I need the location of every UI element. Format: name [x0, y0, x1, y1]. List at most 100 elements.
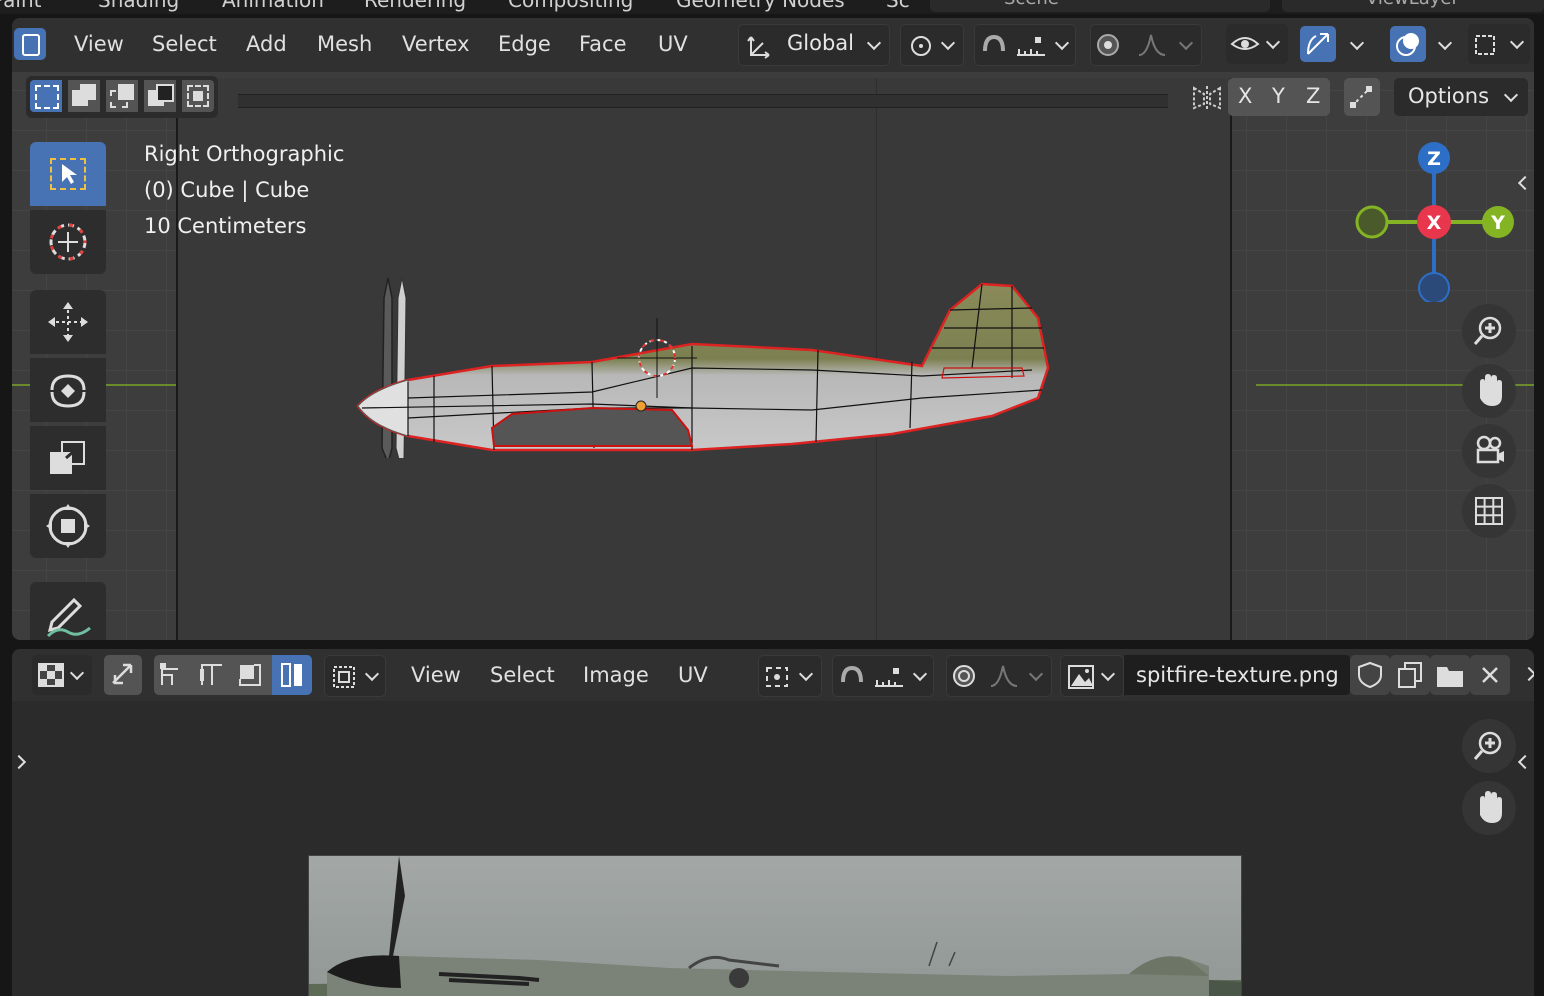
editor-type-dropdown[interactable] — [32, 655, 92, 695]
header-scroll-strip[interactable] — [238, 94, 1168, 108]
uv-menu-uv[interactable]: UV — [678, 663, 708, 687]
pan-button[interactable] — [1462, 364, 1516, 418]
options-label: Options — [1408, 84, 1490, 108]
menu-edge[interactable]: Edge — [498, 32, 551, 56]
select-box-tool[interactable] — [30, 142, 106, 206]
uv-zoom-button[interactable] — [1462, 719, 1516, 773]
camera-view-button[interactable] — [1462, 424, 1516, 478]
cursor-arrow-icon — [62, 164, 77, 184]
mirror-y-toggle[interactable]: Y — [1272, 84, 1285, 108]
gizmo-neg-z[interactable] — [1418, 272, 1450, 302]
uv-magnet-icon[interactable] — [837, 662, 867, 690]
viewlayer-selector[interactable]: ViewLayer — [1282, 0, 1544, 12]
zoom-in-icon — [1473, 731, 1502, 760]
uv-snap-increment-icon[interactable] — [873, 664, 905, 690]
menu-mesh[interactable]: Mesh — [317, 32, 372, 56]
topology-mirror-button[interactable] — [1344, 78, 1380, 116]
tab-geometry-nodes[interactable]: Geometry Nodes — [676, 0, 845, 12]
face-select-icon[interactable] — [236, 661, 264, 689]
transform-orientation-dropdown[interactable]: Global — [738, 24, 890, 66]
ortho-toggle-button[interactable] — [1462, 484, 1516, 538]
xray-dropdown[interactable] — [1468, 24, 1530, 64]
new-image-button[interactable] — [1390, 655, 1430, 695]
proportional-edit-icon[interactable] — [1093, 31, 1123, 59]
mirror-x-toggle[interactable]: X — [1238, 84, 1252, 108]
overlays-chevron-icon[interactable] — [1437, 35, 1453, 51]
chevron-down-icon — [912, 666, 928, 682]
pivot-point-dropdown[interactable] — [900, 24, 964, 66]
island-select-button[interactable] — [272, 655, 312, 695]
chevron-down-icon — [364, 666, 380, 682]
gizmo-z-label: Z — [1427, 148, 1441, 170]
annotate-tool[interactable] — [30, 582, 106, 640]
snap-group[interactable] — [974, 24, 1076, 66]
image-browse-dropdown[interactable] — [1060, 655, 1124, 697]
orientation-axes-icon — [747, 36, 770, 59]
gizmo-toggle[interactable] — [1300, 26, 1336, 62]
proportional-edit-group[interactable] — [1090, 24, 1202, 66]
sticky-select-dropdown[interactable] — [324, 655, 386, 697]
menu-face[interactable]: Face — [579, 32, 627, 56]
select-intersect-button[interactable] — [182, 80, 214, 112]
uv-snap-group[interactable] — [832, 655, 934, 697]
editor-type-button[interactable] — [14, 28, 46, 60]
header-scroll-right-icon[interactable] — [1521, 666, 1534, 682]
gizmo-neg-y[interactable] — [1355, 205, 1389, 239]
options-dropdown[interactable]: Options — [1394, 78, 1528, 116]
select-extend-button[interactable] — [68, 80, 100, 112]
select-invert-button[interactable] — [144, 80, 176, 112]
chevron-down-icon — [1178, 35, 1194, 51]
visibility-dropdown[interactable] — [1226, 24, 1288, 64]
unlink-image-button[interactable] — [1470, 655, 1510, 695]
scale-tool[interactable] — [30, 426, 106, 490]
uv-pan-button[interactable] — [1462, 781, 1516, 835]
overlays-toggle[interactable] — [1390, 26, 1426, 62]
uv-sync-button[interactable] — [104, 655, 142, 695]
uv-menu-select[interactable]: Select — [490, 663, 555, 687]
uv-menu-view[interactable]: View — [411, 663, 461, 687]
menu-vertex[interactable]: Vertex — [402, 32, 470, 56]
tab-animation[interactable]: Animation — [222, 0, 324, 12]
uv-proportional-icon[interactable] — [949, 662, 979, 690]
rotate-tool[interactable] — [30, 358, 106, 422]
uv-editor[interactable]: View Select Image UV spitfire-texture.pn… — [12, 649, 1534, 996]
menu-select[interactable]: Select — [152, 32, 217, 56]
vertex-select-icon[interactable] — [158, 661, 186, 689]
menu-view[interactable]: View — [74, 32, 124, 56]
uv-falloff-icon[interactable] — [989, 662, 1019, 690]
mirror-z-toggle[interactable]: Z — [1306, 84, 1320, 108]
uv-sidebar-toggle-icon[interactable] — [1517, 754, 1533, 770]
uv-menu-image[interactable]: Image — [583, 663, 649, 687]
airplane-mesh[interactable] — [332, 258, 1052, 458]
open-image-button[interactable] — [1430, 655, 1470, 695]
cube-icon — [22, 34, 40, 56]
fake-user-button[interactable] — [1350, 655, 1390, 695]
menu-add[interactable]: Add — [246, 32, 287, 56]
scene-selector[interactable]: Scene — [930, 0, 1270, 12]
tab-paint[interactable]: Paint — [0, 0, 42, 12]
select-new-button[interactable] — [30, 80, 62, 112]
zoom-button[interactable] — [1462, 304, 1516, 358]
transform-tool[interactable] — [30, 494, 106, 558]
3d-viewport[interactable]: View Select Add Mesh Vertex Edge Face UV… — [12, 18, 1534, 640]
gizmo-chevron-icon[interactable] — [1349, 35, 1365, 51]
edge-select-icon[interactable] — [198, 661, 226, 689]
tab-scripting[interactable]: Sc — [886, 0, 910, 12]
uv-pivot-dropdown[interactable] — [758, 655, 822, 697]
sync-arrows-icon — [112, 663, 133, 685]
navigation-gizmo[interactable]: Z Y X — [1348, 142, 1518, 302]
tab-rendering[interactable]: Rendering — [364, 0, 466, 12]
cursor-tool[interactable] — [30, 210, 106, 274]
uv-proportional-group[interactable] — [946, 655, 1052, 697]
menu-uv[interactable]: UV — [658, 32, 688, 56]
falloff-curve-icon[interactable] — [1137, 31, 1167, 59]
toolbar-toggle-icon[interactable] — [12, 754, 27, 770]
chevron-down-icon — [1509, 34, 1525, 50]
magnet-icon[interactable] — [979, 31, 1009, 59]
tab-compositing[interactable]: Compositing — [508, 0, 633, 12]
select-subtract-button[interactable] — [106, 80, 138, 112]
image-name-field[interactable]: spitfire-texture.png — [1124, 655, 1350, 695]
move-tool[interactable] — [30, 290, 106, 354]
tab-shading[interactable]: Shading — [98, 0, 179, 12]
snap-increment-icon[interactable] — [1015, 33, 1047, 59]
